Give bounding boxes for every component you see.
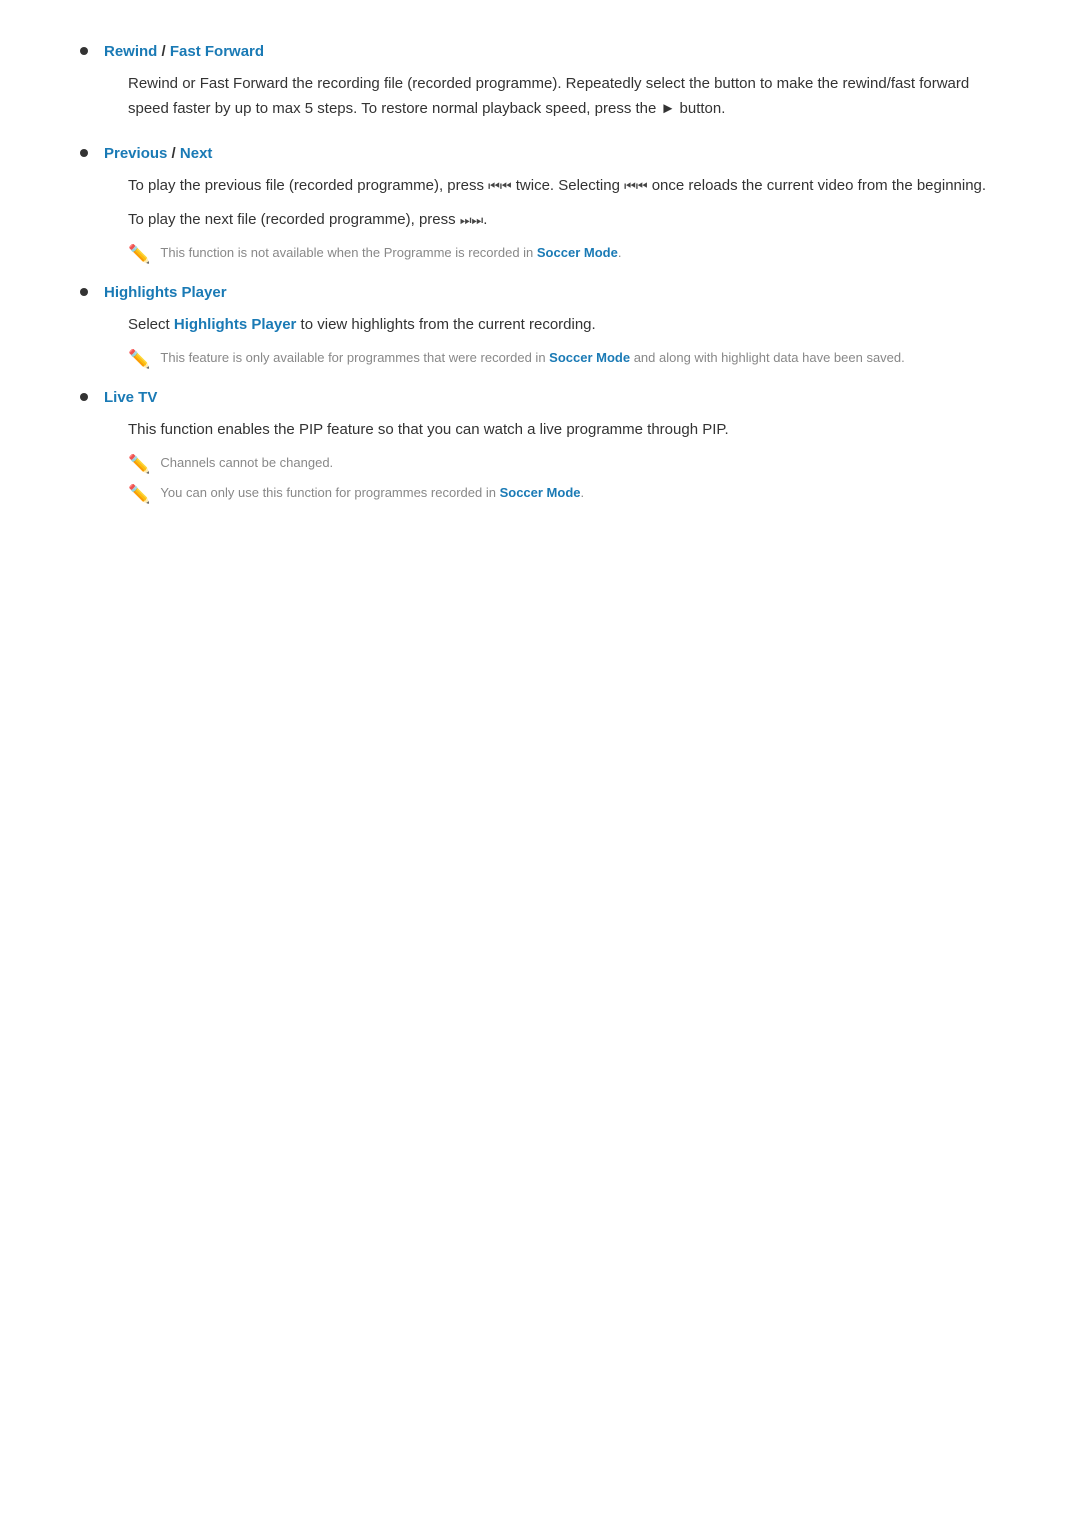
symbol-prev-2: ⏮⏮ <box>624 178 647 193</box>
link-soccer-mode-2[interactable]: Soccer Mode <box>549 350 630 365</box>
link-soccer-mode-1[interactable]: Soccer Mode <box>537 245 618 260</box>
link-rewind[interactable]: Rewind <box>104 43 157 60</box>
section-heading-previous-next: Previous / Next <box>104 142 1000 166</box>
main-list: Rewind / Fast Forward Rewind or Fast For… <box>80 40 1000 511</box>
section-heading-rewind: Rewind / Fast Forward <box>104 40 1000 64</box>
section-highlights-player: Highlights Player Select Highlights Play… <box>80 281 1000 376</box>
link-highlights-player-inline[interactable]: Highlights Player <box>174 316 297 333</box>
symbol-next: ⏭⏭ <box>460 213 483 228</box>
note-icon-3: ✏️ <box>128 454 150 475</box>
note-text-highlights: This feature is only available for progr… <box>160 348 904 369</box>
note-icon-1: ✏️ <box>128 244 150 265</box>
section-rewind-fastforward: Rewind / Fast Forward Rewind or Fast For… <box>80 40 1000 132</box>
section-body-live-tv: This function enables the PIP feature so… <box>128 418 1000 505</box>
body-text-previous: To play the previous file (recorded prog… <box>128 174 1000 199</box>
link-live-tv[interactable]: Live TV <box>104 389 157 406</box>
body-text-highlights: Select Highlights Player to view highlig… <box>128 313 1000 338</box>
link-highlights-player[interactable]: Highlights Player <box>104 284 227 301</box>
symbol-prev-1: ⏮⏮ <box>488 178 511 193</box>
body-text-next: To play the next file (recorded programm… <box>128 208 1000 233</box>
bullet-dot-3 <box>80 288 88 296</box>
section-body-previous-next: To play the previous file (recorded prog… <box>128 174 1000 266</box>
note-row-highlights: ✏️ This feature is only available for pr… <box>128 348 1000 370</box>
note-text-live-tv-2: You can only use this function for progr… <box>160 483 584 504</box>
page-container: Rewind / Fast Forward Rewind or Fast For… <box>0 0 1080 581</box>
link-soccer-mode-3[interactable]: Soccer Mode <box>500 485 581 500</box>
note-row-live-tv-2: ✏️ You can only use this function for pr… <box>128 483 1000 505</box>
separator-1: / <box>162 43 170 60</box>
section-heading-highlights: Highlights Player <box>104 281 1000 305</box>
section-body-rewind: Rewind or Fast Forward the recording fil… <box>128 72 1000 122</box>
section-heading-live-tv: Live TV <box>104 386 1000 410</box>
note-icon-4: ✏️ <box>128 484 150 505</box>
section-live-tv: Live TV This function enables the PIP fe… <box>80 386 1000 511</box>
bullet-dot-2 <box>80 149 88 157</box>
section-previous-next: Previous / Next To play the previous fil… <box>80 142 1000 272</box>
separator-2: / <box>172 145 180 162</box>
link-fastforward[interactable]: Fast Forward <box>170 43 264 60</box>
body-text-live-tv: This function enables the PIP feature so… <box>128 418 1000 443</box>
link-next[interactable]: Next <box>180 145 213 162</box>
note-text-live-tv-1: Channels cannot be changed. <box>160 453 333 474</box>
note-icon-2: ✏️ <box>128 349 150 370</box>
bullet-dot <box>80 47 88 55</box>
bullet-dot-4 <box>80 393 88 401</box>
body-text-rewind: Rewind or Fast Forward the recording fil… <box>128 72 1000 122</box>
link-previous[interactable]: Previous <box>104 145 167 162</box>
note-row-live-tv-1: ✏️ Channels cannot be changed. <box>128 453 1000 475</box>
note-row-previous-next: ✏️ This function is not available when t… <box>128 243 1000 265</box>
section-body-highlights: Select Highlights Player to view highlig… <box>128 313 1000 370</box>
note-text-previous-next: This function is not available when the … <box>160 243 621 264</box>
